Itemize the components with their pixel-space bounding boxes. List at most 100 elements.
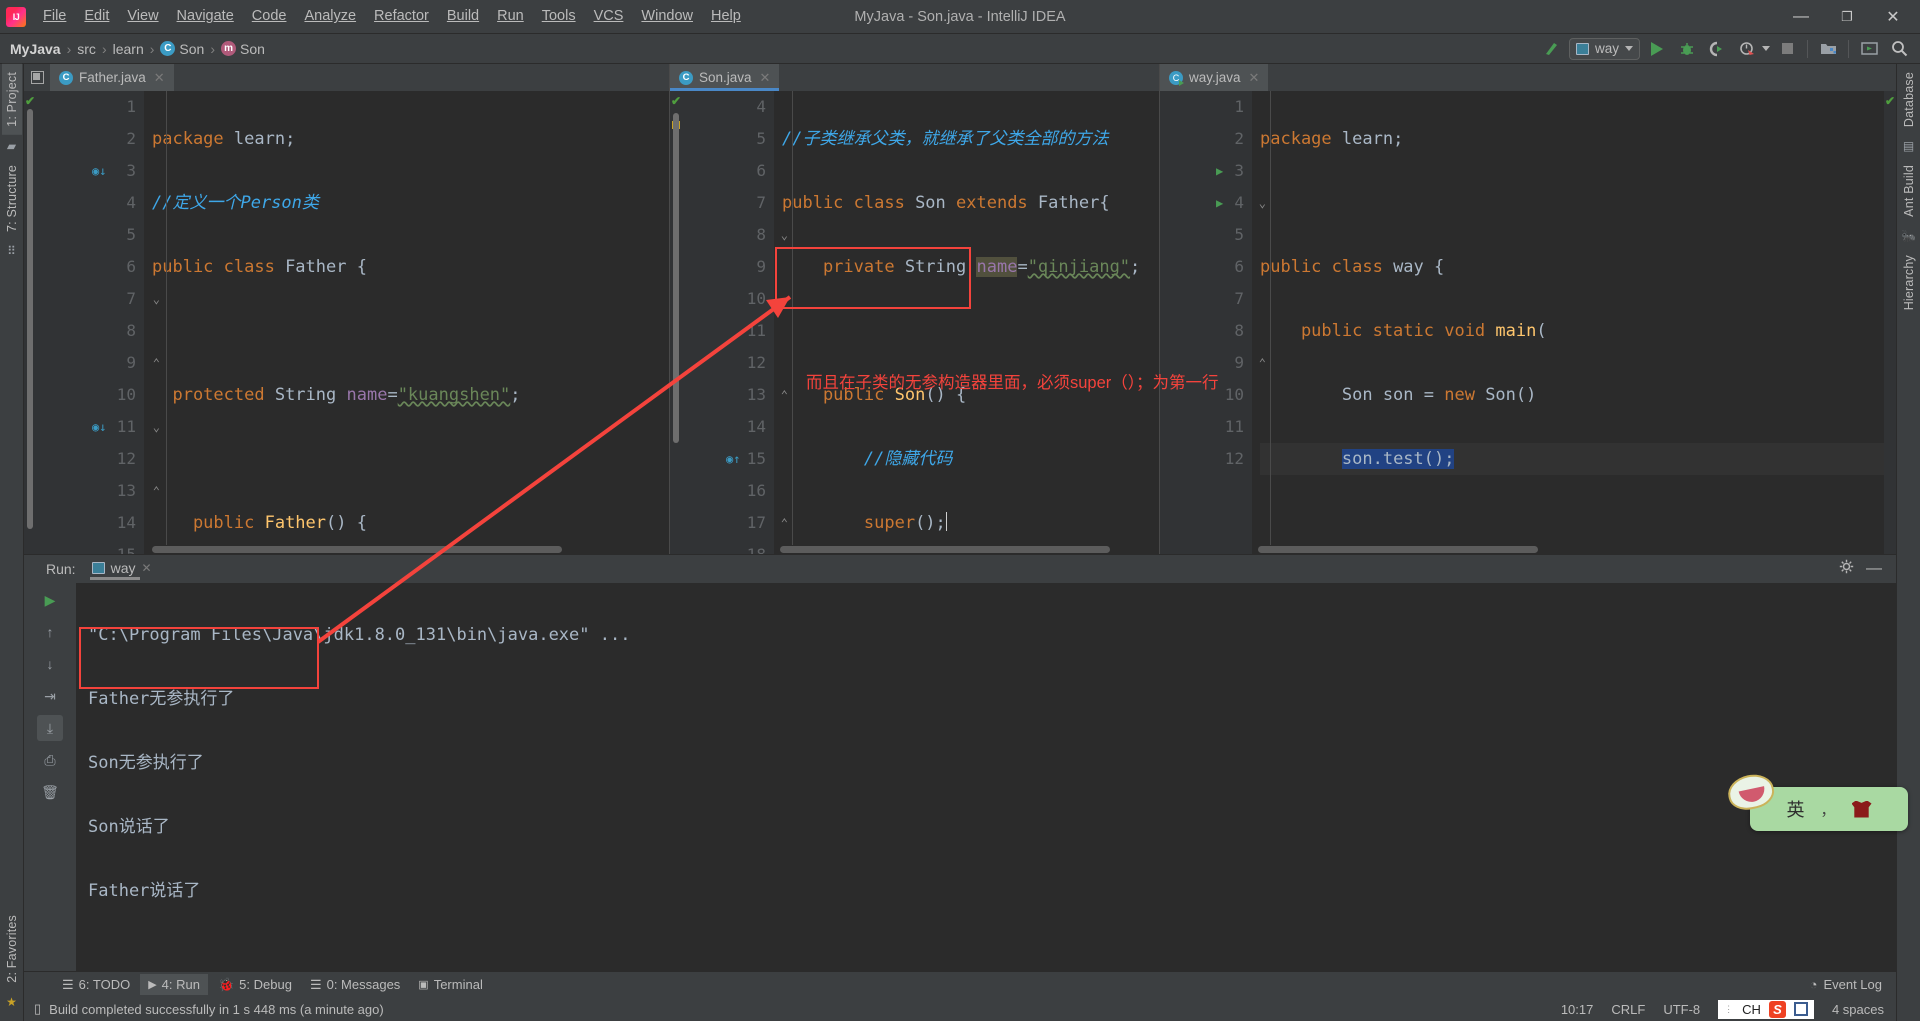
horizontal-scrollbar-son[interactable] [774,545,1159,554]
update-button[interactable] [1856,37,1882,61]
editor-area-way[interactable]: 1 2 3 ▶ 4 ▶ ⌄ 5 6 7 8 9 ⌃ 10 11 12 packa… [1160,91,1896,554]
code-column-father[interactable]: package learn; //定义一个Person类 public clas… [144,91,669,554]
menu-window[interactable]: Window [632,5,702,28]
breadcrumb-package[interactable]: learn [113,41,144,57]
menu-bar[interactable]: File Edit View Navigate Code Analyze Ref… [34,0,750,33]
override-down-icon[interactable]: ◉↓ [92,411,106,443]
menu-edit[interactable]: Edit [75,5,118,28]
bottom-tab-terminal[interactable]: ▣ Terminal [410,974,491,995]
code-column-son[interactable]: //子类继承父类，就继承了父类全部的方法 public class Son ex… [774,91,1159,554]
override-down-icon[interactable]: ◉↓ [92,155,106,187]
soft-wrap-icon[interactable]: ⇥ [37,683,63,709]
bottom-tab-debug[interactable]: 🐞 5: Debug [210,974,300,996]
menu-refactor[interactable]: Refactor [365,5,438,28]
run-gutter-icon[interactable]: ▶ [1216,155,1223,187]
sidebar-item-database[interactable]: Database [1899,64,1919,135]
profiler-button[interactable] [1734,37,1760,61]
minimize-button[interactable]: — [1778,1,1824,33]
maximize-button[interactable]: ❐ [1824,1,1870,33]
error-stripe-way[interactable]: ✔ [1884,91,1896,554]
bottom-tab-todo[interactable]: ☰ 6: TODO [54,974,138,996]
status-encoding[interactable]: UTF-8 [1663,1002,1700,1017]
database-icon[interactable]: ▤ [1899,135,1919,157]
rerun-icon[interactable]: ▶ [37,587,63,613]
vertical-scrollbar-thumb[interactable] [27,109,33,529]
implements-up-icon[interactable]: ◉↑ [726,443,740,475]
run-tab-way[interactable]: way ✕ [86,558,158,580]
tab-list-button[interactable] [24,64,50,91]
star-icon[interactable]: ★ [2,991,22,1013]
ime-punctuation-label[interactable]: ， [1820,799,1835,820]
menu-build[interactable]: Build [438,5,488,28]
build-icon[interactable] [1539,37,1565,61]
breadcrumb-method[interactable]: m Son [221,41,265,57]
breadcrumb-project[interactable]: MyJava [10,41,61,57]
run-button[interactable] [1644,37,1670,61]
stop-button[interactable] [1774,37,1800,61]
vertical-scrollbar-thumb[interactable] [673,113,679,443]
shirt-icon[interactable] [1851,800,1872,818]
close-icon[interactable]: ✕ [1249,70,1260,86]
run-configuration-selector[interactable]: way [1568,37,1640,60]
menu-help[interactable]: Help [702,5,750,28]
close-icon[interactable]: ✕ [760,70,771,86]
sidebar-item-hierarchy[interactable]: Hierarchy [1899,247,1919,318]
folder-icon[interactable]: ▰ [2,135,22,157]
bottom-tab-run[interactable]: ▶ 4: Run [140,974,208,995]
ant-icon[interactable]: 🐜 [1899,225,1919,247]
debug-button[interactable] [1674,37,1700,61]
print-icon[interactable]: ⎙ [37,747,63,773]
menu-tools[interactable]: Tools [533,5,585,28]
ime-drag-handle-icon[interactable]: ⋮ [1724,1004,1734,1015]
editor-area-father[interactable]: ✔ 1 2 3 ◉↓ 4 5 6 7 ⌄ 8 9 ⌃ 10 11 ◉↓ ⌄ 12… [24,91,669,554]
breadcrumb-class[interactable]: C Son [160,41,204,57]
breadcrumb-src[interactable]: src [77,41,96,57]
code-text-son[interactable]: //子类继承父类，就继承了父类全部的方法 public class Son ex… [774,91,1159,554]
grid-icon[interactable]: ⠿ [2,240,22,262]
scroll-to-end-icon[interactable]: ⤓ [37,715,63,741]
menu-view[interactable]: View [118,5,167,28]
menu-analyze[interactable]: Analyze [295,5,365,28]
hide-icon[interactable]: — [1866,560,1882,578]
sidebar-item-favorites[interactable]: 2: Favorites [2,907,22,991]
tab-way-java[interactable]: C way.java ✕ [1160,64,1269,91]
floating-ime-widget[interactable]: 英 ， [1724,770,1908,831]
menu-file[interactable]: File [34,5,75,28]
run-gutter-icon[interactable]: ▶ [1216,187,1223,219]
menu-code[interactable]: Code [243,5,296,28]
ime-status-widget[interactable]: ⋮ CH S [1718,999,1814,1019]
run-with-coverage-button[interactable] [1704,37,1730,61]
sidebar-item-ant-build[interactable]: Ant Build [1899,157,1919,225]
settings-icon[interactable] [1839,559,1854,579]
keyboard-icon[interactable] [1793,1002,1808,1016]
event-log-label[interactable]: Event Log [1823,977,1882,992]
horizontal-scrollbar-way[interactable] [1252,545,1884,554]
horizontal-scrollbar-father[interactable] [144,545,669,554]
error-stripe-son[interactable]: ✔ [670,91,682,554]
sogou-icon[interactable]: S [1768,1000,1786,1018]
clear-all-icon[interactable]: 🗑 [37,779,63,805]
close-button[interactable]: ✕ [1870,1,1916,33]
close-icon[interactable]: ✕ [141,561,151,575]
scroll-up-icon[interactable]: ↑ [37,619,63,645]
sidebar-item-structure[interactable]: 7: Structure [2,157,22,240]
tab-son-java[interactable]: C Son.java ✕ [670,64,780,91]
sidebar-item-project[interactable]: 1: Project [1,64,22,135]
menu-navigate[interactable]: Navigate [168,5,243,28]
menu-run[interactable]: Run [488,5,533,28]
status-indent[interactable]: 4 spaces [1832,1002,1884,1017]
code-column-way[interactable]: package learn; public class way { public… [1252,91,1884,554]
code-text-father[interactable]: package learn; //定义一个Person类 public clas… [144,91,669,554]
status-line-separator[interactable]: CRLF [1611,1002,1645,1017]
editor-area-son[interactable]: ✔ 4 5 6 7 8 ⌄ 9 10 11 12 13 ⌃ 14 15 ◉↑ 1… [670,91,1159,554]
close-icon[interactable]: ✕ [154,70,165,86]
bottom-tab-messages[interactable]: ☰ 0: Messages [302,974,408,996]
project-structure-button[interactable] [1815,37,1841,61]
profiler-chevron-down-icon[interactable] [1762,46,1770,51]
console-output[interactable]: "C:\Program Files\Java\jdk1.8.0_131\bin\… [76,583,1896,971]
scroll-down-icon[interactable]: ↓ [37,651,63,677]
menu-vcs[interactable]: VCS [585,5,633,28]
error-stripe-father[interactable]: ✔ [24,91,36,554]
code-text-way[interactable]: package learn; public class way { public… [1252,91,1884,554]
ime-mode-label[interactable]: 英 [1786,796,1804,822]
